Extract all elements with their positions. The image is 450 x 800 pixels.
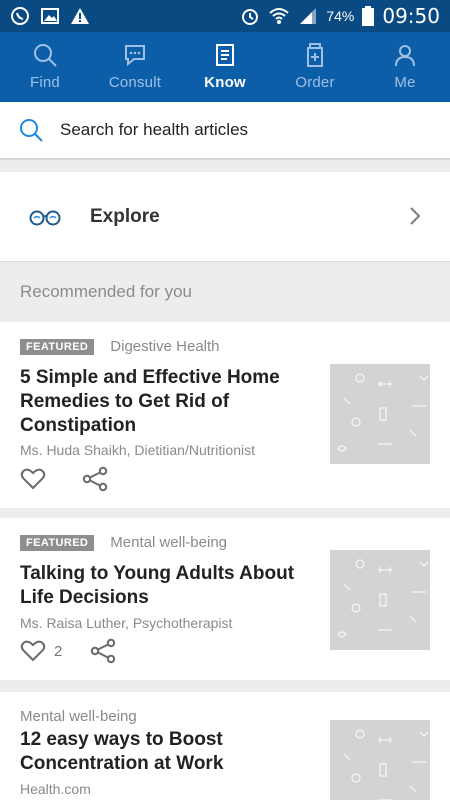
nav-tab-me[interactable]: Me [360, 32, 450, 102]
section-title: Recommended for you [20, 282, 192, 301]
article-category: Mental well-being [20, 708, 137, 725]
health-pattern-icon [343, 729, 429, 800]
share-icon[interactable] [82, 466, 108, 492]
top-navigation: Find Consult Know Order Me [0, 32, 450, 102]
search-icon [20, 119, 43, 142]
nav-tab-consult[interactable]: Consult [90, 32, 180, 102]
heart-icon[interactable] [20, 639, 46, 663]
search-icon [34, 44, 57, 67]
explore-label: Explore [90, 205, 160, 227]
alarm-icon [242, 9, 259, 25]
gallery-icon [41, 8, 59, 24]
article-thumbnail[interactable] [330, 720, 430, 800]
warning-icon [71, 8, 89, 24]
share-icon[interactable] [90, 638, 116, 664]
featured-badge: FEATURED [20, 534, 95, 551]
article-title[interactable]: 5 Simple and Effective Home Remedies to … [20, 366, 310, 438]
nav-tab-find[interactable]: Find [0, 32, 90, 102]
glasses-icon [29, 210, 61, 225]
medicine-bottle-icon [307, 43, 323, 67]
like-count: 2 [54, 642, 63, 660]
article-author: Ms. Huda Shaikh, Dietitian/Nutritionist [20, 442, 255, 458]
status-left-icons [10, 6, 90, 26]
card-meta: FEATURED Digestive Health [20, 338, 220, 355]
search-input[interactable] [60, 120, 420, 140]
card-meta: FEATURED Mental well-being [20, 534, 227, 551]
card-actions: 2 [20, 638, 116, 664]
article-card[interactable]: FEATURED Mental well-being Talking to Yo… [0, 518, 450, 680]
health-pattern-icon [337, 373, 429, 452]
signal-icon [300, 8, 317, 24]
wifi-icon [269, 8, 289, 24]
article-title[interactable]: Talking to Young Adults About Life Decis… [20, 562, 310, 610]
nav-tab-label: Order [295, 74, 335, 91]
article-card[interactable]: Mental well-being 12 easy ways to Boost … [0, 692, 450, 800]
article-author: Health.com [20, 781, 91, 797]
article-icon [216, 44, 234, 66]
article-author: Ms. Raisa Luther, Psychotherapist [20, 615, 233, 631]
nav-tab-order[interactable]: Order [270, 32, 360, 102]
article-card[interactable]: FEATURED Digestive Health 5 Simple and E… [0, 322, 450, 508]
person-icon [395, 45, 415, 67]
nav-tab-know[interactable]: Know [180, 32, 270, 102]
article-thumbnail[interactable] [330, 364, 430, 464]
card-meta: Mental well-being [20, 708, 137, 725]
battery-icon [362, 6, 375, 26]
nav-tab-label: Me [394, 74, 416, 91]
battery-percent: 74% [326, 8, 355, 24]
status-bar: 74% 09:50 [0, 0, 450, 32]
article-title[interactable]: 12 easy ways to Boost Concentration at W… [20, 728, 310, 776]
explore-row[interactable]: Explore [0, 172, 450, 262]
nav-tab-label: Find [30, 74, 60, 91]
nav-tab-label: Know [204, 74, 246, 91]
article-category: Digestive Health [110, 338, 220, 355]
card-actions [20, 466, 108, 492]
status-right: 74% 09:50 [240, 4, 440, 28]
search-bar[interactable] [0, 102, 450, 160]
nav-tab-label: Consult [108, 74, 162, 91]
health-pattern-icon [337, 559, 429, 638]
chevron-right-icon [410, 207, 421, 225]
whatsapp-icon [11, 7, 29, 25]
chat-icon [125, 45, 145, 67]
heart-icon[interactable] [20, 467, 46, 491]
article-thumbnail[interactable] [330, 550, 430, 650]
clock: 09:50 [382, 4, 440, 28]
featured-badge: FEATURED [20, 338, 95, 355]
article-category: Mental well-being [110, 534, 228, 551]
